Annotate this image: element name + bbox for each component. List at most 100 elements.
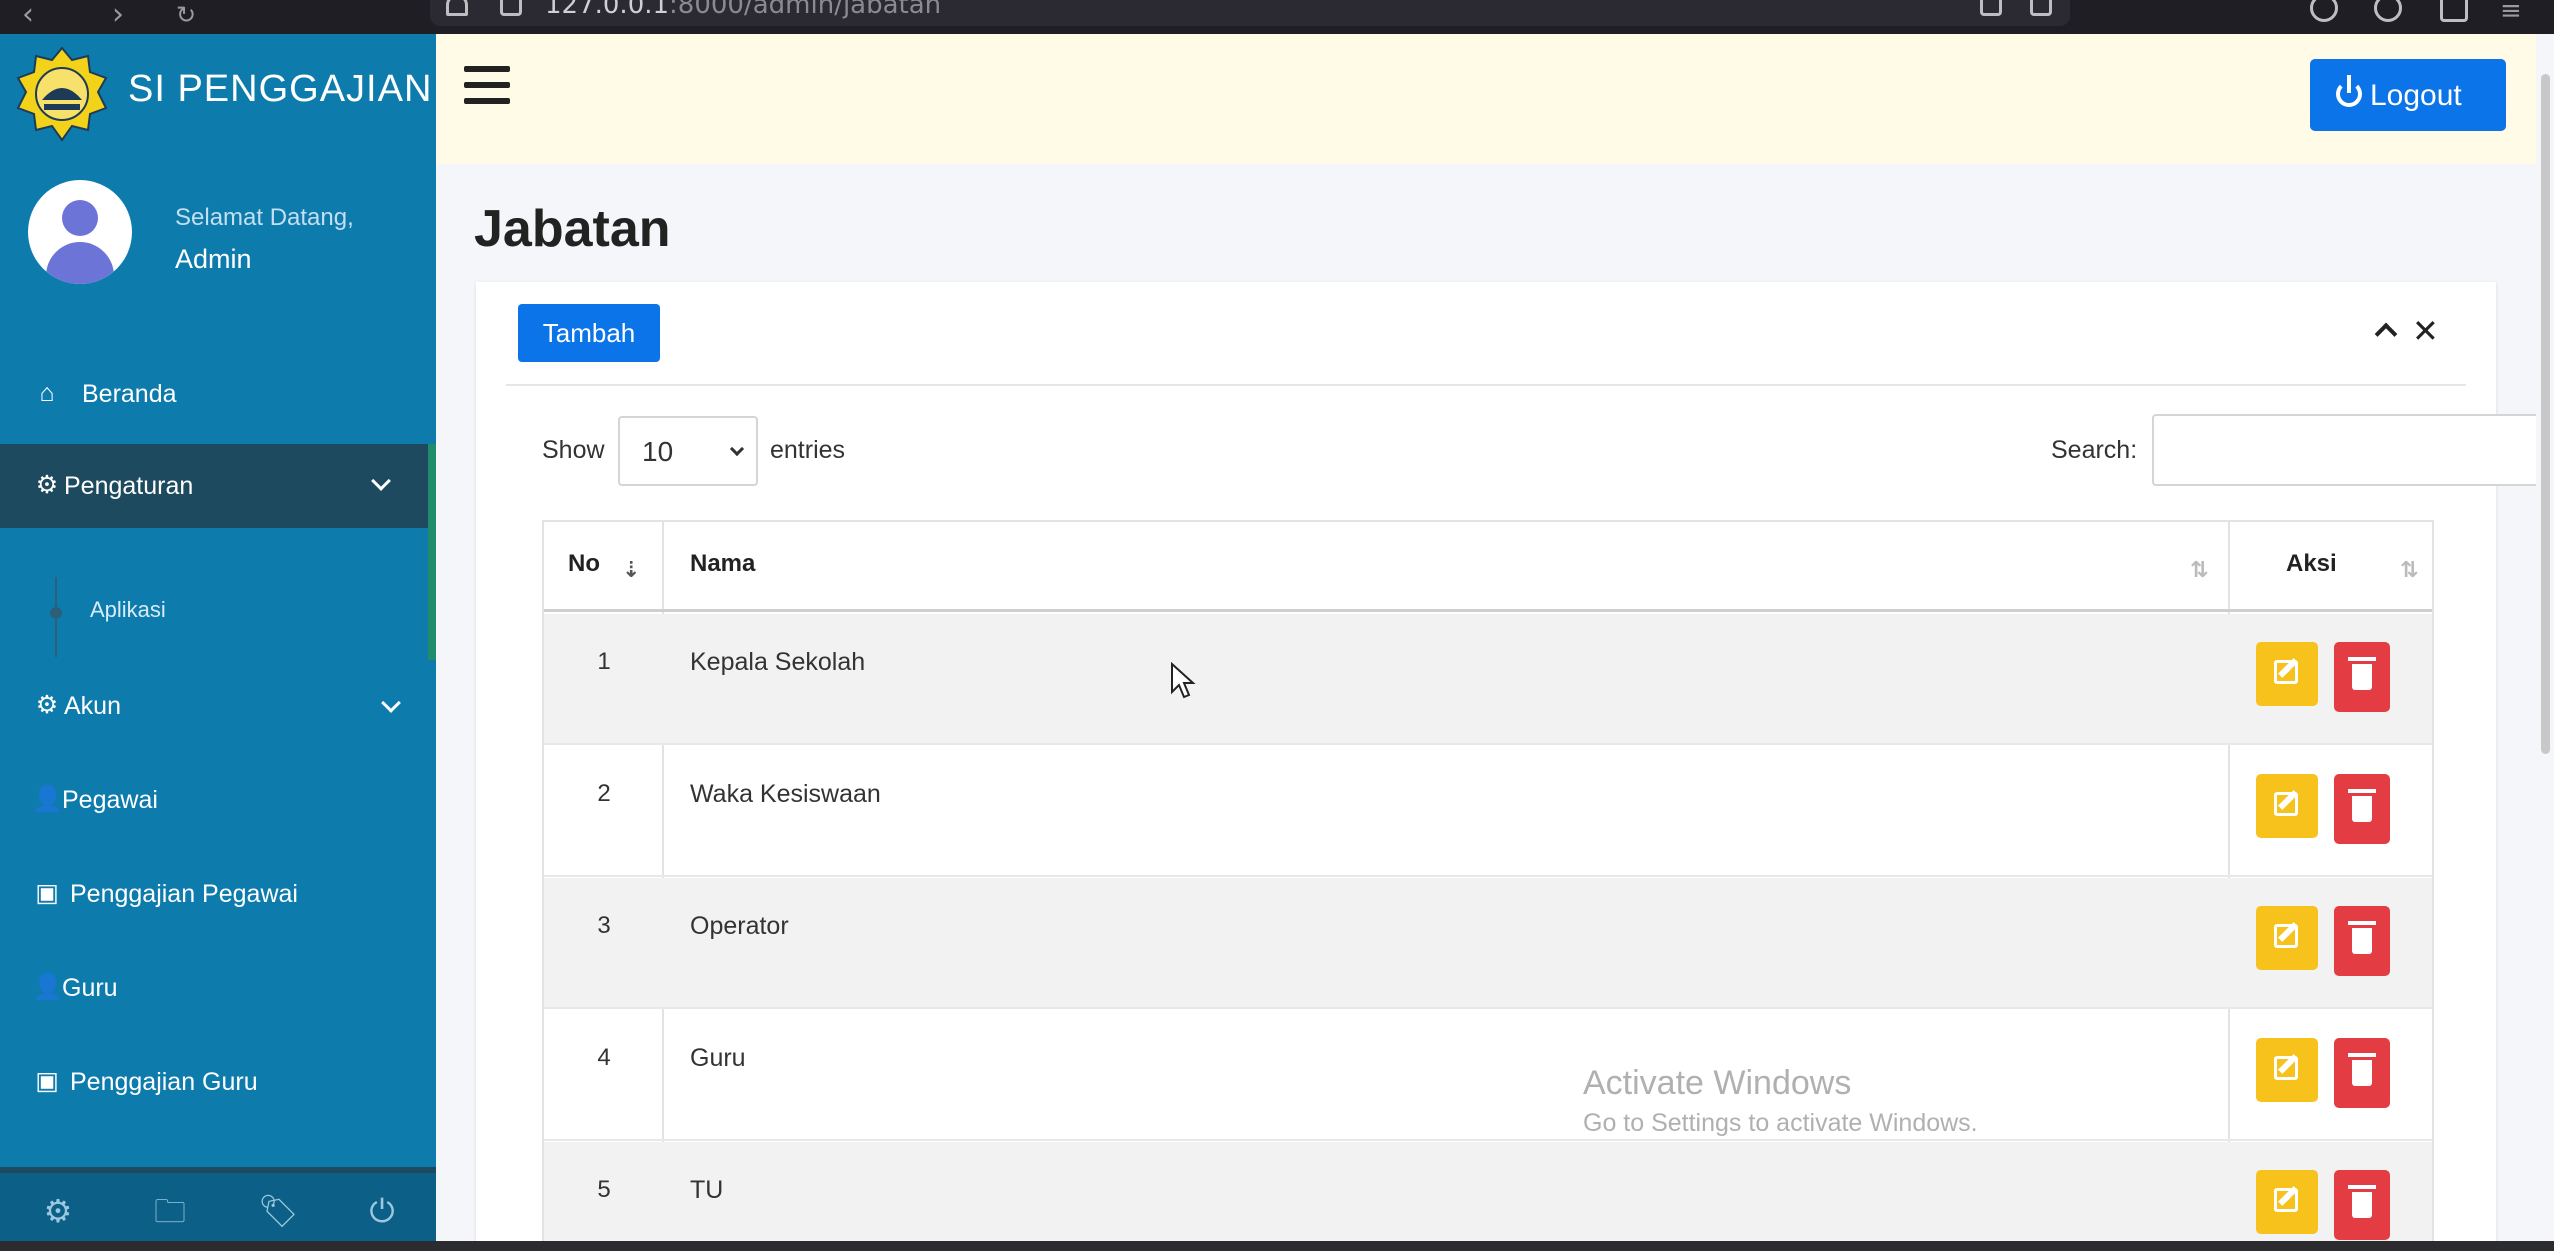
user-icon: 👤 xyxy=(32,785,64,813)
sidebar-item-penggajian-guru[interactable]: ▣ Penggajian Guru xyxy=(0,1046,436,1116)
user-name: Admin xyxy=(175,244,252,274)
account-icon[interactable] xyxy=(2310,0,2338,22)
delete-button[interactable] xyxy=(2334,906,2390,976)
search-input[interactable] xyxy=(2152,414,2554,486)
logout-button[interactable]: Logout xyxy=(2310,59,2506,131)
welcome-text: Selamat Datang, xyxy=(175,204,354,231)
sidebar-item-label: Beranda xyxy=(82,380,177,408)
entries-value: 10 xyxy=(642,436,674,467)
bullet-icon xyxy=(50,607,62,619)
sidebar-subitem-label: Aplikasi xyxy=(90,597,166,622)
power-icon-line xyxy=(2347,75,2351,93)
sidebar-footer: ⚙ 🗀 🏷 ⏻ xyxy=(0,1167,436,1245)
hamburger-menu-icon[interactable] xyxy=(464,66,510,106)
brand-title: SI PENGGAJIAN xyxy=(128,68,433,110)
lock-icon xyxy=(500,0,522,16)
sort-icon: ⇅ xyxy=(2400,558,2419,583)
power-icon[interactable]: ⏻ xyxy=(344,1191,420,1231)
menu-icon[interactable]: ≡ xyxy=(2500,0,2522,26)
edit-icon xyxy=(2274,792,2298,816)
cell-nama: Kepala Sekolah xyxy=(690,648,866,676)
chevron-down-icon xyxy=(371,471,391,491)
column-header-no[interactable]: No ⇣ xyxy=(544,522,662,610)
main-content: Logout Jabatan Tambah ✕ Show 10 entries … xyxy=(436,34,2554,1245)
entries-select[interactable]: 10 xyxy=(618,416,758,486)
trash-icon xyxy=(2348,657,2376,690)
sidebar-item-label: Pengaturan xyxy=(64,472,194,500)
reader-icon[interactable] xyxy=(1980,0,2002,16)
edit-icon xyxy=(2274,660,2298,684)
sidebar-item-penggajian-pegawai[interactable]: ▣ Penggajian Pegawai xyxy=(0,858,436,928)
column-header-nama[interactable]: Nama ⇅ xyxy=(664,522,2228,610)
column-label: Nama xyxy=(690,550,756,577)
delete-button[interactable] xyxy=(2334,1038,2390,1108)
search-label: Search: xyxy=(2051,436,2138,464)
gear-icon[interactable]: ⚙ xyxy=(20,1191,96,1231)
avatar-body xyxy=(46,242,114,284)
sidebar-item-label: Penggajian Pegawai xyxy=(70,880,298,908)
sidebar-item-akun[interactable]: ⚙ Akun xyxy=(0,670,436,740)
data-table: No ⇣ Nama ⇅ Aksi ⇅ 1 Kepala Sekolah 2 Wa… xyxy=(542,520,2434,1245)
cell-nama: Guru xyxy=(690,1044,746,1072)
forward-icon[interactable]: › xyxy=(112,0,124,30)
edit-button[interactable] xyxy=(2256,1038,2318,1102)
back-icon[interactable]: ‹ xyxy=(22,0,34,30)
taskbar-strip xyxy=(0,1241,2554,1251)
sidebar-item-pegawai[interactable]: 👤 Pegawai xyxy=(0,764,436,834)
entries-label: entries xyxy=(770,436,846,464)
sidebar-item-pengaturan[interactable]: ⚙ Pengaturan xyxy=(0,444,436,528)
edit-icon xyxy=(2274,1188,2298,1212)
cell-no: 1 xyxy=(597,648,611,675)
avatar xyxy=(28,180,132,284)
table-row: 3 Operator xyxy=(544,878,2432,1009)
sidebar-item-label: Akun xyxy=(64,692,121,720)
sort-icon: ⇅ xyxy=(2190,558,2209,583)
chevron-up-icon[interactable] xyxy=(2374,322,2398,346)
address-bar[interactable]: 127.0.0.1:8000/admin/jabatan xyxy=(430,0,2070,26)
active-indicator xyxy=(428,444,436,660)
watermark-title: Activate Windows xyxy=(1583,1064,1852,1102)
edit-button[interactable] xyxy=(2256,1170,2318,1234)
edit-button[interactable] xyxy=(2256,774,2318,838)
avatar-head xyxy=(62,200,98,236)
column-header-aksi[interactable]: Aksi ⇅ xyxy=(2230,522,2432,610)
folder-icon[interactable]: 🗀 xyxy=(132,1191,208,1231)
home-icon: ⌂ xyxy=(39,379,55,407)
tags-icon[interactable]: 🏷 xyxy=(240,1191,316,1231)
cell-nama: Waka Kesiswaan xyxy=(690,780,881,808)
cell-no: 2 xyxy=(597,780,611,807)
close-icon[interactable]: ✕ xyxy=(2412,312,2439,350)
url-path: :8000/admin/jabatan xyxy=(669,0,942,20)
reload-icon[interactable]: ↻ xyxy=(176,0,196,30)
edit-button[interactable] xyxy=(2256,906,2318,970)
share-icon[interactable] xyxy=(2440,0,2468,22)
edit-icon xyxy=(2274,1056,2298,1080)
windows-activation-watermark: Activate Windows Go to Settings to activ… xyxy=(1583,1064,1978,1138)
table-row: 1 Kepala Sekolah xyxy=(544,614,2432,745)
browser-toolbar: ‹ › ↻ 127.0.0.1:8000/admin/jabatan ≡ xyxy=(0,0,2554,34)
edit-button[interactable] xyxy=(2256,642,2318,706)
bookmark-icon[interactable] xyxy=(2030,0,2052,16)
page-scrollbar[interactable] xyxy=(2536,34,2554,1245)
sort-asc-icon: ⇣ xyxy=(622,558,641,583)
extension-icon[interactable] xyxy=(2374,0,2402,22)
gear-icon: ⚙ xyxy=(35,691,59,719)
sidebar-item-beranda[interactable]: ⌂ Beranda xyxy=(0,358,436,428)
card-divider xyxy=(506,384,2466,386)
delete-button[interactable] xyxy=(2334,774,2390,844)
url-host: 127.0.0.1 xyxy=(545,0,670,20)
trash-icon xyxy=(2348,921,2376,954)
brand[interactable]: SI PENGGAJIAN xyxy=(0,34,436,154)
column-label: No xyxy=(568,550,600,577)
sidebar-item-guru[interactable]: 👤 Guru xyxy=(0,952,436,1022)
teacher-icon: 👤 xyxy=(32,973,64,1001)
sidebar-subitem-aplikasi[interactable]: Aplikasi xyxy=(0,569,436,659)
chevron-down-icon xyxy=(381,693,401,713)
add-button[interactable]: Tambah xyxy=(518,304,660,362)
table-row: 2 Waka Kesiswaan xyxy=(544,746,2432,877)
sidebar-item-label: Pegawai xyxy=(62,786,158,814)
chevron-down-icon xyxy=(729,441,745,457)
scrollbar-thumb[interactable] xyxy=(2541,74,2550,754)
delete-button[interactable] xyxy=(2334,642,2390,712)
delete-button[interactable] xyxy=(2334,1170,2390,1240)
